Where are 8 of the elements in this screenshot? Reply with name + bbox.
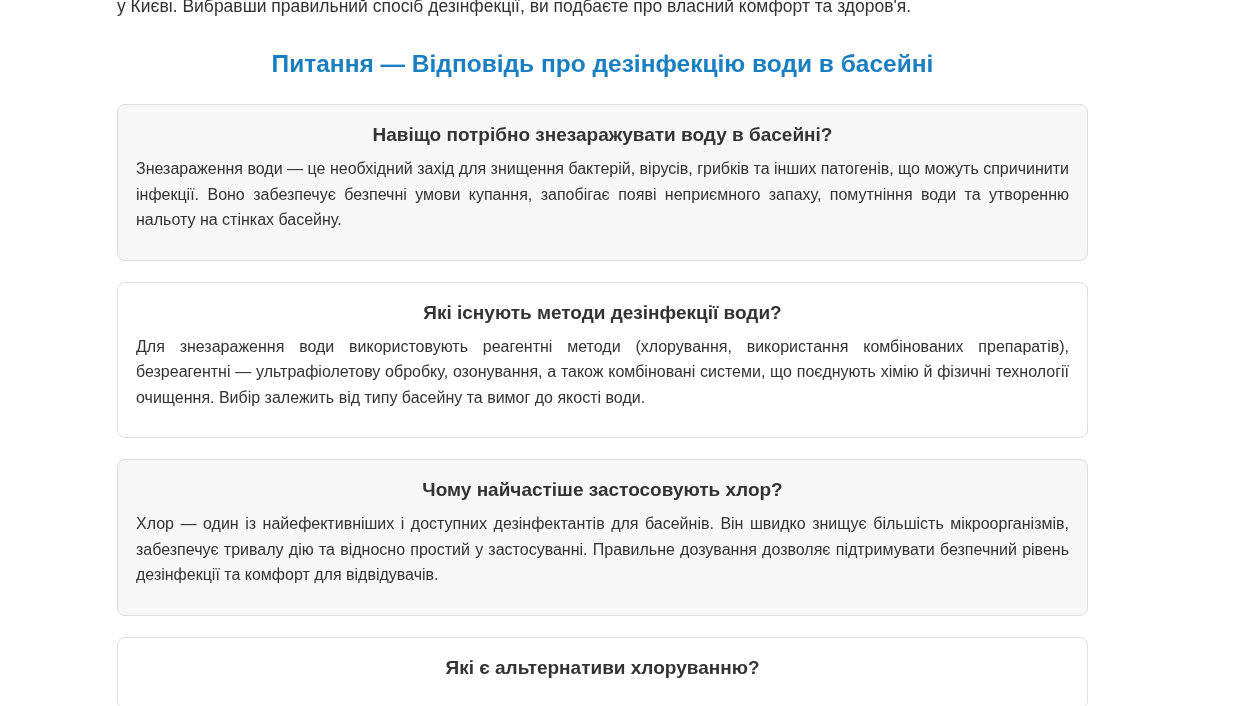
- section-heading: Питання — Відповідь про дезінфекцію води в басейні: [270, 49, 935, 79]
- faq-answer: Знезараження води — це необхідний захід для знищення бактерій, вірусів, грибків та інших патогенів, що можуть спричинити інфекції. Воно забезпечує безпечні умови купання, запобігає появі неприємного запаху, помутніння води та утворенню нальоту на стінках басейну.: [136, 159, 1069, 230]
- faq-question: Навіщо потрібно знезаражувати воду в басейні?: [371, 123, 834, 147]
- faq-question: Які є альтернативи хлоруванню?: [444, 655, 761, 680]
- faq-question: Які існують методи дезінфекції води?: [422, 300, 783, 325]
- faq-answer: Хлор — один із найефективніших і доступних дезінфектантів для басейнів. Він швидко знищує більшість мікроорганізмів, забезпечує тривалу дію та відносно простий у застосуванні. Правильне дозування дозволяє підтримувати безпечний рівень дезінфекції та комфорт для відвідувачів.: [136, 514, 1069, 585]
- faq-question: Чому найчастіше застосовують хлор?: [421, 478, 784, 502]
- faq-answer: Для знезараження води використовують реагентні методи (хлорування, використання комбінованих препаратів), безреагентні — ультрафіолетову обробку, озонування, а також комбіновані системи, що поєднують хімію й фізичні технології очищення. Вибір залежить від типу басейну та вимог до якості води.: [136, 336, 1069, 408]
